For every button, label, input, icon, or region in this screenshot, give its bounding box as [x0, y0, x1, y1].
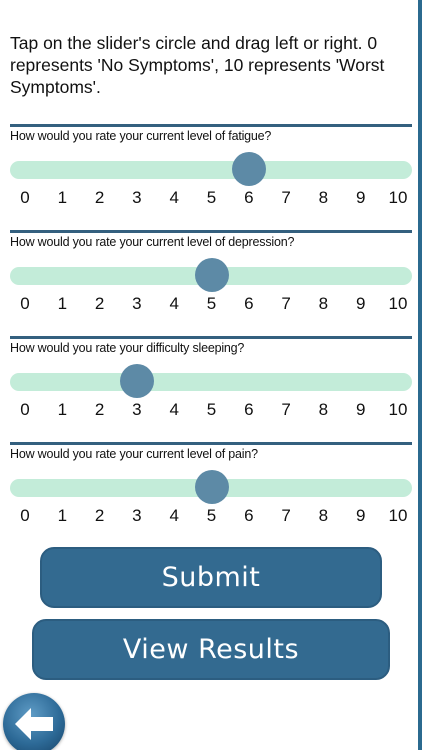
tick-label: 7: [281, 188, 291, 207]
instructions-text: Tap on the slider's circle and drag left…: [10, 33, 385, 97]
tick-label: 5: [206, 188, 217, 207]
tick-label: 5: [206, 400, 217, 419]
tick-label: 1: [57, 506, 68, 525]
tick-label: 4: [169, 188, 179, 207]
tick-label: 10: [388, 400, 408, 419]
tick-label: 1: [57, 400, 68, 419]
tick-label: 2: [94, 400, 105, 419]
slider-thumb[interactable]: [194, 470, 229, 504]
tick-label: 9: [355, 188, 366, 207]
tick-label: 3: [132, 294, 142, 313]
tick-label: 3: [132, 400, 142, 419]
tick-label: 9: [355, 400, 366, 419]
tick-label: 3: [132, 188, 142, 207]
submit-button[interactable]: Submit: [40, 547, 382, 608]
question-fatigue: How would you rate your current level of…: [10, 124, 412, 207]
tick-label: 8: [318, 506, 329, 525]
tick-label: 3: [132, 506, 142, 525]
slider-thumb[interactable]: [194, 258, 229, 292]
symptom-survey-screen: Tap on the slider's circle and drag left…: [0, 0, 422, 750]
tick-label: 0: [20, 400, 30, 419]
tick-label: 1: [57, 188, 68, 207]
tick-label: 7: [281, 400, 291, 419]
tick-label: 1: [57, 294, 68, 313]
tick-label: 9: [355, 506, 366, 525]
tick-label: 0: [20, 188, 30, 207]
tick-label: 0: [20, 294, 30, 313]
question-label: How would you rate your difficulty sleep…: [10, 341, 245, 355]
tick-label: 6: [244, 294, 254, 313]
slider-tick-labels: 0 1 2 3 4 5 6 7 8 9 10: [10, 188, 412, 210]
tick-label: 5: [206, 506, 217, 525]
tick-label: 8: [318, 294, 329, 313]
tick-label: 6: [244, 506, 254, 525]
tick-label: 5: [206, 294, 217, 313]
question-label: How would you rate your current level of…: [10, 447, 258, 461]
view-results-button[interactable]: View Results: [32, 619, 390, 680]
question-depression: How would you rate your current level of…: [10, 230, 412, 313]
tick-label: 10: [388, 188, 408, 207]
tick-label: 4: [169, 400, 179, 419]
slider-track[interactable]: [10, 161, 412, 179]
tick-label: 2: [94, 294, 105, 313]
tick-label: 8: [318, 188, 329, 207]
back-button[interactable]: [3, 693, 65, 750]
tick-label: 4: [169, 294, 179, 313]
slider-tick-labels: 0 1 2 3 4 5 6 7 8 9 10: [10, 506, 412, 528]
slider-tick-labels: 0 1 2 3 4 5 6 7 8 9 10: [10, 400, 412, 422]
slider-thumb[interactable]: [231, 152, 266, 186]
tick-label: 10: [388, 294, 408, 313]
question-sleeping: How would you rate your difficulty sleep…: [10, 336, 412, 419]
tick-label: 8: [318, 400, 329, 419]
question-pain: How would you rate your current level of…: [10, 442, 412, 525]
right-edge-bar: [418, 0, 422, 750]
tick-label: 10: [388, 506, 408, 525]
tick-label: 0: [20, 506, 30, 525]
tick-label: 6: [244, 400, 254, 419]
question-label: How would you rate your current level of…: [10, 235, 295, 249]
tick-label: 4: [169, 506, 179, 525]
back-arrow-icon: [15, 708, 53, 740]
slider-track[interactable]: [10, 373, 412, 391]
slider-thumb[interactable]: [119, 364, 154, 398]
tick-label: 2: [94, 506, 105, 525]
tick-label: 7: [281, 294, 291, 313]
slider-tick-labels: 0 1 2 3 4 5 6 7 8 9 10: [10, 294, 412, 316]
tick-label: 7: [281, 506, 291, 525]
tick-label: 6: [244, 188, 254, 207]
question-label: How would you rate your current level of…: [10, 129, 272, 143]
tick-label: 2: [94, 188, 105, 207]
tick-label: 9: [355, 294, 366, 313]
